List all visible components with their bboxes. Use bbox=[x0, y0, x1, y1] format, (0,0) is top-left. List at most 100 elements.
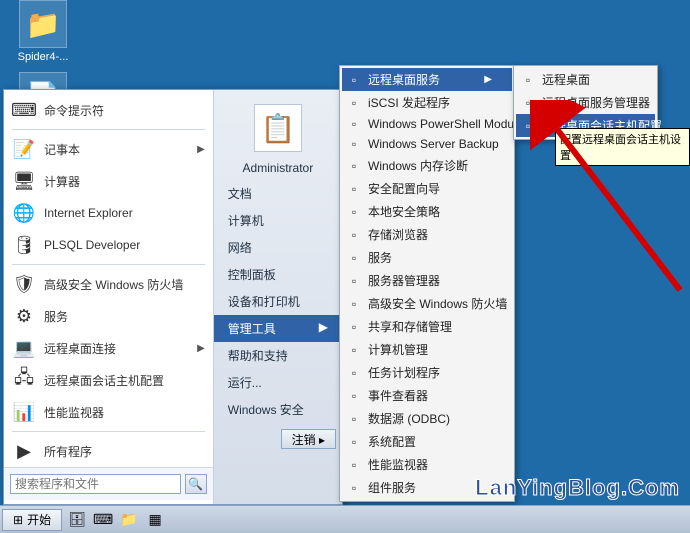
menu-label: 远程桌面连接 bbox=[44, 340, 116, 357]
item-icon: ▫ bbox=[346, 158, 362, 174]
submenu-item[interactable]: ▫ 安全配置向导 bbox=[342, 177, 512, 200]
search-button[interactable]: 🔍 bbox=[185, 474, 207, 494]
app-icon: 🌐 bbox=[12, 201, 36, 225]
submenu-label: 事件查看器 bbox=[368, 387, 428, 404]
submenu-arrow-icon: ▶ bbox=[197, 343, 205, 354]
start-menu-item[interactable]: 🌐 Internet Explorer bbox=[4, 197, 213, 229]
submenu-label: Windows 内存诊断 bbox=[368, 157, 468, 174]
item-icon: ▫ bbox=[346, 434, 362, 450]
menu-label: Internet Explorer bbox=[44, 206, 133, 220]
submenu-label: 服务 bbox=[368, 249, 392, 266]
app-icon: 🛢 bbox=[12, 233, 36, 257]
item-icon: ▫ bbox=[346, 136, 362, 152]
start-menu-item[interactable]: 🖧远程桌面会话主机配置 bbox=[4, 364, 213, 396]
app-icon: 📊 bbox=[12, 400, 36, 424]
start-menu-right-item[interactable]: 文档 bbox=[214, 180, 342, 207]
search-row: 🔍 bbox=[4, 467, 213, 500]
start-menu-right-item[interactable]: 管理工具 ▶ bbox=[214, 315, 342, 342]
submenu-label: 远程桌面服务管理器 bbox=[542, 94, 650, 111]
item-icon: ▫ bbox=[346, 480, 362, 496]
submenu-item[interactable]: ▫远程桌面服务管理器 bbox=[516, 91, 655, 114]
start-menu-right-item[interactable]: 帮助和支持 bbox=[214, 342, 342, 369]
taskbar-icon-server-manager[interactable]: 🗄 bbox=[66, 509, 88, 531]
menu-label: 性能监视器 bbox=[44, 404, 104, 421]
submenu-item[interactable]: ▫Windows PowerShell Modules bbox=[342, 114, 512, 134]
submenu-item[interactable]: ▫本地安全策略 bbox=[342, 200, 512, 223]
start-label: 开始 bbox=[27, 511, 51, 528]
start-button[interactable]: ⊞ 开始 bbox=[2, 509, 62, 531]
submenu-item[interactable]: ▫ Windows Server Backup bbox=[342, 134, 512, 154]
submenu-label: 存储浏览器 bbox=[368, 226, 428, 243]
submenu-label: 共享和存储管理 bbox=[368, 318, 452, 335]
item-icon: ▫ bbox=[346, 181, 362, 197]
start-menu-item[interactable]: 🛢PLSQL Developer bbox=[4, 229, 213, 261]
start-menu-right-item[interactable]: Windows 安全 bbox=[214, 396, 342, 423]
submenu-item[interactable]: ▫ 任务计划程序 bbox=[342, 361, 512, 384]
submenu-item[interactable]: ▫ 存储浏览器 bbox=[342, 223, 512, 246]
taskbar-icon-app[interactable]: ▦ bbox=[144, 509, 166, 531]
item-icon: ▫ bbox=[346, 457, 362, 473]
start-menu-right-item[interactable]: 控制面板 bbox=[214, 261, 342, 288]
separator bbox=[12, 431, 205, 432]
app-icon: 🛡 bbox=[12, 272, 36, 296]
start-menu-item[interactable]: 📝记事本▶ bbox=[4, 133, 213, 165]
start-menu-item[interactable]: 📊 性能监视器 bbox=[4, 396, 213, 428]
item-icon: ▫ bbox=[346, 388, 362, 404]
item-icon: ▫ bbox=[346, 204, 362, 220]
logout-button[interactable]: 注销 ▸ bbox=[281, 429, 336, 449]
submenu-item[interactable]: ▫服务器管理器 bbox=[342, 269, 512, 292]
admin-tools-submenu: ▫远程桌面服务▶ ▫ iSCSI 发起程序 ▫Windows PowerShell M… bbox=[339, 65, 515, 502]
submenu-label: 服务器管理器 bbox=[368, 272, 440, 289]
start-menu-item[interactable]: ⌨命令提示符 bbox=[4, 94, 213, 126]
submenu-item[interactable]: ▫共享和存储管理 bbox=[342, 315, 512, 338]
submenu-item[interactable]: ▫性能监视器 bbox=[342, 453, 512, 476]
start-menu-right-item[interactable]: 网络 bbox=[214, 234, 342, 261]
submenu-item[interactable]: ▫ iSCSI 发起程序 bbox=[342, 91, 512, 114]
start-menu-item[interactable]: 🖥计算器 bbox=[4, 165, 213, 197]
submenu-item[interactable]: ▫数据源 (ODBC) bbox=[342, 407, 512, 430]
item-icon: ▫ bbox=[346, 95, 362, 111]
search-input[interactable] bbox=[10, 474, 181, 494]
start-menu-right-panel: 📋 Administrator 文档计算机网络控制面板设备和打印机管理工具 ▶帮… bbox=[213, 90, 342, 504]
item-icon: ▫ bbox=[346, 342, 362, 358]
desktop-icon-spider-1[interactable]: 📁 Spider4-... bbox=[8, 0, 78, 63]
taskbar-icon-cmd[interactable]: ⌨ bbox=[92, 509, 114, 531]
tooltip: 配置远程桌面会话主机设置 bbox=[555, 128, 690, 166]
user-avatar: 📋 bbox=[254, 104, 302, 152]
submenu-item[interactable]: ▫计算机管理 bbox=[342, 338, 512, 361]
windows-logo-icon: ⊞ bbox=[13, 513, 23, 527]
taskbar: ⊞ 开始 🗄 ⌨ 📁 ▦ bbox=[0, 505, 690, 533]
submenu-item[interactable]: ▫高级安全 Windows 防火墙 bbox=[342, 292, 512, 315]
submenu-item[interactable]: ▫ Windows 内存诊断 bbox=[342, 154, 512, 177]
submenu-label: iSCSI 发起程序 bbox=[368, 94, 450, 111]
app-icon: 📝 bbox=[12, 137, 36, 161]
all-programs-item[interactable]: ▶ 所有程序 bbox=[4, 435, 213, 467]
app-icon: 💻 bbox=[12, 336, 36, 360]
start-menu: ⌨命令提示符 📝 记事本 ▶ 🖥计算器 🌐 Internet Explorer 🛢PLSQL … bbox=[3, 89, 343, 505]
submenu-label: 远程桌面服务 bbox=[368, 71, 440, 88]
item-icon: ▫ bbox=[346, 116, 362, 132]
submenu-item[interactable]: ▫远程桌面服务▶ bbox=[342, 68, 512, 91]
submenu-label: 任务计划程序 bbox=[368, 364, 440, 381]
taskbar-icon-explorer[interactable]: 📁 bbox=[118, 509, 140, 531]
submenu-label: Windows Server Backup bbox=[368, 137, 499, 151]
submenu-item[interactable]: ▫ 事件查看器 bbox=[342, 384, 512, 407]
item-icon: ▫ bbox=[346, 227, 362, 243]
start-menu-item[interactable]: ⚙服务 bbox=[4, 300, 213, 332]
start-menu-item[interactable]: 💻 远程桌面连接 ▶ bbox=[4, 332, 213, 364]
separator bbox=[12, 264, 205, 265]
item-icon: ▫ bbox=[346, 250, 362, 266]
item-icon: ▫ bbox=[346, 365, 362, 381]
start-menu-right-item[interactable]: 设备和打印机 bbox=[214, 288, 342, 315]
submenu-item[interactable]: ▫远程桌面 bbox=[516, 68, 655, 91]
start-menu-right-item[interactable]: 运行... bbox=[214, 369, 342, 396]
menu-label: 记事本 bbox=[44, 141, 80, 158]
menu-label: 远程桌面会话主机配置 bbox=[44, 372, 164, 389]
submenu-label: 安全配置向导 bbox=[368, 180, 440, 197]
submenu-item[interactable]: ▫ 服务 bbox=[342, 246, 512, 269]
start-menu-right-item[interactable]: 计算机 bbox=[214, 207, 342, 234]
watermark: LanYingBlog.Com bbox=[475, 475, 680, 501]
submenu-item[interactable]: ▫系统配置 bbox=[342, 430, 512, 453]
app-icon: ⌨ bbox=[12, 98, 36, 122]
start-menu-item[interactable]: 🛡高级安全 Windows 防火墙 bbox=[4, 268, 213, 300]
